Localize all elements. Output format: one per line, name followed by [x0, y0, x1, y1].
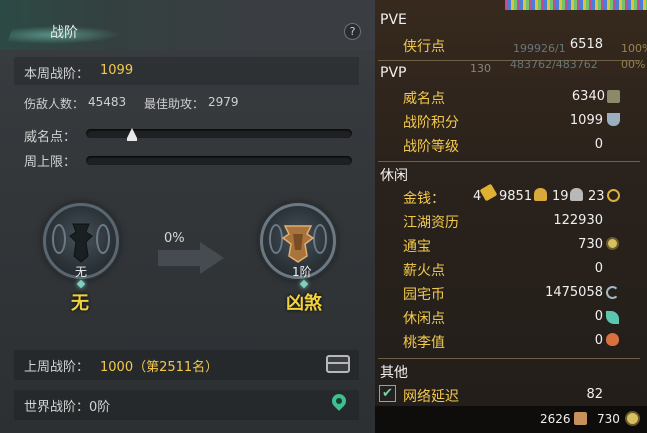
next-rank-level: 1阶	[292, 265, 312, 279]
leisure-item-value: 122930	[553, 213, 603, 228]
tongbao-coin-icon[interactable]	[625, 411, 640, 426]
leisure-item-value: 730	[578, 237, 603, 252]
leisure-item-label: 江湖资历	[403, 215, 459, 231]
best-assist-label: 最佳助攻：	[144, 97, 205, 111]
money-copper-value: 19	[552, 189, 569, 204]
weekly-cap-label: 周上限：	[24, 155, 77, 170]
world-rank-value: 0阶	[89, 400, 111, 415]
leisure-item-label: 薪火点	[403, 263, 445, 279]
leaf-icon	[606, 311, 619, 324]
section-leisure: 休闲	[380, 168, 408, 184]
last-week-rank-value: 1000（第2511名）	[100, 360, 219, 375]
chest-icon[interactable]	[326, 355, 350, 373]
bottom-status-bar: 2626 730	[375, 406, 647, 433]
separator	[378, 358, 640, 359]
leisure-item-value: 0	[594, 309, 603, 324]
last-week-rank-label: 上周战阶：	[24, 360, 90, 375]
peach-icon	[606, 333, 619, 346]
prestige-coin-icon	[607, 90, 620, 103]
section-pvp: PVP	[380, 65, 407, 81]
progress-arrow	[158, 250, 200, 266]
bottom-value-a: 2626	[540, 412, 571, 426]
separator	[378, 161, 640, 162]
rank-panel-title: 战阶	[50, 25, 78, 41]
pvp-item-prestige-label: 威名点	[403, 91, 445, 107]
rank-points-icon	[607, 113, 620, 126]
pvp-item-points-label: 战阶积分	[403, 115, 459, 131]
weekly-rank-row: 本周战阶： 1099	[14, 57, 359, 85]
pvp-item-points-value: 1099	[569, 113, 603, 128]
estate-coin-icon	[606, 286, 619, 299]
section-pve: PVE	[380, 12, 407, 28]
location-pin-icon[interactable]	[329, 391, 349, 411]
world-rank-label-text: 世界战阶：	[24, 400, 90, 415]
bottom-item-icon[interactable]	[574, 412, 587, 425]
weekly-cap-bar	[86, 156, 352, 165]
money-iron-value: 23	[588, 189, 605, 204]
leisure-item-value: 0	[594, 261, 603, 276]
current-rank-diamond	[76, 279, 86, 289]
rank-progress-percent: 0%	[164, 231, 185, 246]
silver-ingot-icon	[570, 188, 583, 201]
pve-item-label: 侠行点	[403, 39, 445, 55]
best-assist-value: 2979	[208, 95, 239, 109]
currency-panel: 199926/1 483762/483762 100% 00% 130 PVE …	[375, 0, 647, 433]
section-other: 其他	[380, 365, 408, 381]
prestige-marker-icon	[127, 128, 137, 138]
leisure-item-label: 桃李值	[403, 335, 445, 351]
leisure-item-value: 0	[594, 333, 603, 348]
money-silver-value: 9851	[499, 189, 533, 204]
background-level: 130	[470, 62, 491, 75]
next-rank-name: 凶煞	[286, 293, 322, 314]
pvp-item-prestige-value: 6340	[571, 89, 605, 104]
leisure-item-label: 园宅币	[403, 287, 445, 303]
leisure-item-value: 1475058	[545, 285, 603, 300]
leisure-item-label: 休闲点	[403, 311, 445, 327]
rank-panel-header: 战阶 ?	[0, 0, 375, 50]
weekly-rank-label: 本周战阶：	[24, 67, 90, 82]
latency-label: 网络延迟	[403, 389, 459, 405]
money-label: 金钱：	[403, 191, 445, 207]
background-hp-a: 199926/1	[513, 42, 566, 55]
leisure-item-label: 通宝	[403, 239, 431, 255]
pvp-item-level-label: 战阶等级	[403, 139, 459, 155]
current-rank-level: 无	[75, 265, 88, 279]
gold-ingot-icon	[534, 188, 547, 201]
combat-stats-row: 伤敌人数： 45483 最佳助攻： 2979	[14, 89, 359, 117]
next-rank-diamond	[299, 279, 309, 289]
background-buff-strip	[505, 0, 647, 10]
bottom-value-b: 730	[597, 412, 620, 426]
world-rank-label: 世界战阶：0阶	[24, 396, 110, 415]
prestige-progress-bar	[86, 129, 352, 138]
pve-item-value: 6518	[569, 37, 603, 52]
separator	[378, 60, 640, 61]
current-rank-name: 无	[71, 293, 89, 314]
tongbao-coin-icon	[606, 237, 619, 250]
last-week-rank-row: 上周战阶： 1000（第2511名）	[14, 350, 359, 380]
weekly-rank-value: 1099	[100, 63, 134, 78]
kills-value: 45483	[88, 95, 127, 109]
prestige-label: 威名点：	[24, 130, 77, 145]
latency-value: 82	[586, 387, 603, 402]
pvp-item-level-value: 0	[594, 137, 603, 152]
kills-label: 伤敌人数：	[24, 97, 85, 111]
help-icon[interactable]: ?	[344, 23, 361, 40]
progress-arrow-head-icon	[200, 242, 224, 274]
prestige-marker-base	[127, 138, 137, 141]
copper-coin-icon	[607, 189, 620, 202]
latency-checkbox[interactable]: ✔	[379, 385, 396, 402]
world-rank-row: 世界战阶：0阶	[14, 390, 359, 420]
background-pct-a: 100%	[621, 42, 647, 55]
rank-panel: 战阶 ? 本周战阶： 1099 伤敌人数： 45483 最佳助攻： 2979 威…	[0, 0, 375, 433]
